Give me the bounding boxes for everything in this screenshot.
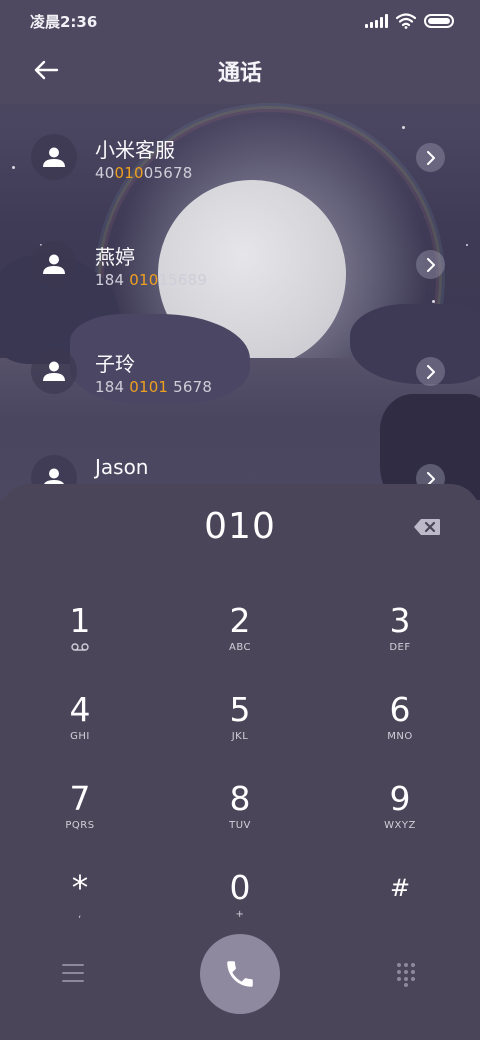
key-digit: 4 xyxy=(69,690,91,729)
key-letters: ABC xyxy=(228,642,251,653)
avatar xyxy=(31,241,77,287)
key-digit: 8 xyxy=(229,779,251,818)
contact-number: 184 0101 5678 xyxy=(95,378,213,396)
dial-key-5[interactable]: 5 JKL xyxy=(185,691,295,771)
contact-name: 燕婷 xyxy=(95,245,135,269)
key-letters: GHI xyxy=(70,731,90,742)
dialed-number-display[interactable]: 010 xyxy=(0,506,480,547)
call-log-area: 凌晨2:36 通话 小米客服 4001005678 燕婷 184 0101568… xyxy=(0,0,480,500)
key-digit: 6 xyxy=(389,690,411,729)
status-bar: 凌晨2:36 xyxy=(0,0,480,42)
dial-key-hash[interactable]: # xyxy=(345,869,455,949)
dial-key-1[interactable]: 1 xyxy=(25,602,135,682)
chevron-right-icon xyxy=(426,150,435,165)
dialpad-panel: 010 1 2 ABC 3 DEF 4 GHI 5 JKL 6 MNO 7 PQ… xyxy=(0,484,480,1040)
matched-digits: 0101 xyxy=(129,378,169,396)
dial-key-8[interactable]: 8 TUV xyxy=(185,780,295,860)
list-item[interactable]: 燕婷 184 01015689 xyxy=(0,211,480,317)
dialpad-toggle-button[interactable] xyxy=(397,963,417,987)
contact-name: 子玲 xyxy=(95,352,135,376)
key-digit: 0 xyxy=(229,868,251,907)
key-digit: # xyxy=(389,874,411,902)
key-letters: TUV xyxy=(229,820,251,831)
status-icons xyxy=(365,13,454,29)
contact-number: 184 01015689 xyxy=(95,271,208,289)
backspace-icon xyxy=(414,519,440,535)
matched-digits: 010 xyxy=(129,271,159,289)
backspace-button[interactable] xyxy=(413,518,441,536)
dial-key-6[interactable]: 6 MNO xyxy=(345,691,455,771)
menu-button[interactable] xyxy=(60,962,86,984)
dial-key-7[interactable]: 7 PQRS xyxy=(25,780,135,860)
key-letters: , xyxy=(78,909,82,920)
list-item[interactable]: 子玲 184 0101 5678 xyxy=(0,318,480,424)
key-letters: DEF xyxy=(389,642,411,653)
call-button[interactable] xyxy=(200,934,280,1014)
contact-detail-button[interactable] xyxy=(416,357,445,386)
dial-key-star[interactable]: * , xyxy=(25,869,135,949)
person-icon xyxy=(43,254,65,274)
avatar xyxy=(31,134,77,180)
dial-key-2[interactable]: 2 ABC xyxy=(185,602,295,682)
key-digit: * xyxy=(71,868,89,907)
avatar xyxy=(31,348,77,394)
dial-key-4[interactable]: 4 GHI xyxy=(25,691,135,771)
key-letters: MNO xyxy=(387,731,413,742)
wifi-icon xyxy=(396,13,416,29)
key-digit: 1 xyxy=(69,601,91,640)
voicemail-icon xyxy=(71,642,89,654)
status-time: 凌晨2:36 xyxy=(30,12,98,31)
dial-key-3[interactable]: 3 DEF xyxy=(345,602,455,682)
list-item[interactable]: 小米客服 4001005678 xyxy=(0,104,480,210)
key-digit: 5 xyxy=(229,690,251,729)
key-letters: JKL xyxy=(231,731,249,742)
dial-key-9[interactable]: 9 WXYZ xyxy=(345,780,455,860)
person-icon xyxy=(43,147,65,167)
person-icon xyxy=(43,361,65,381)
key-letters: PQRS xyxy=(65,820,95,831)
signal-icon xyxy=(365,14,388,28)
key-letters: + xyxy=(235,909,245,920)
chevron-right-icon xyxy=(426,257,435,272)
contact-number: 4001005678 xyxy=(95,164,193,182)
key-digit: 3 xyxy=(389,601,411,640)
matched-digits: 010 xyxy=(114,164,144,182)
nav-bar: 通话 xyxy=(0,42,480,100)
contact-detail-button[interactable] xyxy=(416,250,445,279)
chevron-right-icon xyxy=(426,364,435,379)
menu-icon xyxy=(62,964,84,966)
key-digit: 7 xyxy=(69,779,91,818)
battery-icon xyxy=(424,14,454,28)
key-digit: 9 xyxy=(389,779,411,818)
key-digit: 2 xyxy=(229,601,251,640)
phone-icon xyxy=(227,961,253,987)
contact-detail-button[interactable] xyxy=(416,143,445,172)
page-title: 通话 xyxy=(217,61,262,86)
contact-name: Jason xyxy=(95,455,149,479)
contact-name: 小米客服 xyxy=(95,138,175,162)
key-letters: WXYZ xyxy=(384,820,416,831)
